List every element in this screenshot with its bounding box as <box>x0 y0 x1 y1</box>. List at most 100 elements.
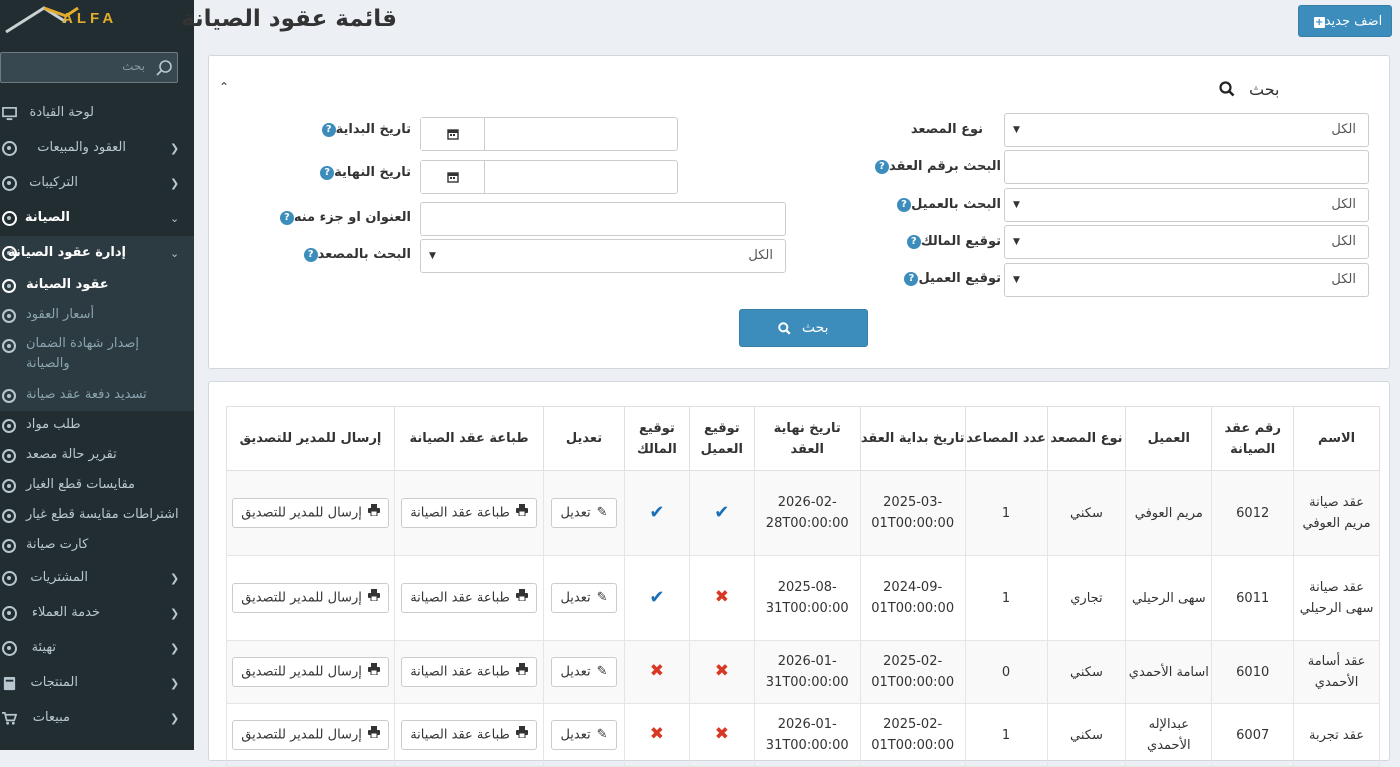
cell-client: اسامة الأحمدي <box>1125 640 1213 704</box>
print-button[interactable]: طباعة عقد الصيانة <box>401 657 537 687</box>
pencil-icon: ✎ <box>596 505 608 520</box>
print-icon <box>367 584 380 612</box>
column-header-send: إرسال للمدير للتصديق <box>225 406 396 471</box>
cell-print: طباعة عقد الصيانة <box>394 640 545 704</box>
search-panel: ⌃ بحث نوع المصعد الكل ▼ البحث برقم العقد?… <box>208 55 1390 369</box>
sidebar-subitem-elevator-report[interactable]: تقرير حالة مصعد <box>0 441 194 471</box>
sidebar-item-sales[interactable]: مبيعات ❮ <box>0 701 194 736</box>
print-button[interactable]: طباعة عقد الصيانة <box>401 498 537 528</box>
cell-elevator-count: 1 <box>964 470 1048 556</box>
help-icon[interactable]: ? <box>897 197 912 212</box>
sidebar-item-label: التركيبات <box>29 175 78 190</box>
pencil-icon: ✎ <box>596 590 608 605</box>
edit-button[interactable]: ✎تعديل <box>551 498 617 528</box>
client-select[interactable]: الكل ▼ <box>1004 188 1369 222</box>
sidebar-item-label: خدمة العملاء <box>31 605 100 620</box>
cell-client-signature: ✖ <box>688 640 755 704</box>
print-icon <box>367 658 380 686</box>
owner-signature-select[interactable]: الكل ▼ <box>1004 225 1369 259</box>
sidebar-subitem-material-request[interactable]: طلب مواد <box>0 411 194 441</box>
sidebar-item-maintenance[interactable]: الصيانة ⌄ <box>0 201 194 236</box>
elevator-type-select[interactable]: الكل ▼ <box>1004 113 1369 147</box>
search-panel-title-text: بحث <box>1249 80 1280 99</box>
sidebar-subitem-maintenance-card[interactable]: كارت صيانة <box>0 531 194 561</box>
sidebar-submenu: عقود الصيانة أسعار العقود إصدار شهادة ال… <box>0 271 194 411</box>
column-header-client: العميل <box>1125 406 1213 471</box>
cell-send: إرسال للمدير للتصديق <box>225 555 396 641</box>
search-button[interactable]: بحث <box>739 309 868 347</box>
sidebar-subitem-contract-prices[interactable]: أسعار العقود <box>0 301 194 331</box>
sidebar-item-label: لوحة القيادة <box>29 105 94 120</box>
edit-button[interactable]: ✎تعديل <box>551 720 617 750</box>
logo[interactable]: ALFA <box>0 0 194 40</box>
sidebar-search-input[interactable] <box>5 59 145 73</box>
elevator-select[interactable]: الكل ▼ <box>420 239 786 273</box>
sidebar-subitem-warranty-certificate[interactable]: إصدار شهادة الضمان والصيانة <box>0 331 194 381</box>
sidebar-search <box>0 52 178 83</box>
column-header-start-date: تاريخ بداية العقد <box>859 406 966 471</box>
contract-number-input[interactable] <box>1004 150 1369 184</box>
address-input[interactable] <box>420 202 786 236</box>
filter-label-address: العنوان او جزء منه? <box>275 210 411 225</box>
edit-button[interactable]: ✎تعديل <box>551 583 617 613</box>
send-to-manager-button[interactable]: إرسال للمدير للتصديق <box>232 583 389 613</box>
filter-label-client: البحث بالعميل? <box>892 197 1001 212</box>
send-to-manager-button[interactable]: إرسال للمدير للتصديق <box>232 498 389 528</box>
sidebar-item-contracts-sales[interactable]: العقود والمبيعات ❮ <box>0 131 194 166</box>
cell-owner-signature: ✖ <box>623 703 690 767</box>
cross-icon: ✖ <box>649 661 665 681</box>
table-header-row: الاسم رقم عقد الصيانة العميل نوع المصعد … <box>225 406 1380 471</box>
end-date-calendar-button[interactable] <box>421 161 485 193</box>
add-new-button[interactable]: اضف جديد+ <box>1298 5 1392 37</box>
search-icon[interactable] <box>155 59 173 77</box>
send-to-manager-button[interactable]: إرسال للمدير للتصديق <box>232 720 389 750</box>
start-date-calendar-button[interactable] <box>421 118 485 150</box>
sidebar-item-products[interactable]: المنتجات ❮ <box>0 666 194 701</box>
calendar-icon <box>447 129 459 140</box>
help-icon[interactable]: ? <box>904 271 919 286</box>
send-to-manager-button[interactable]: إرسال للمدير للتصديق <box>232 657 389 687</box>
sidebar-subitem-label: اشتراطات مقايسة قطع غيار <box>26 507 179 522</box>
help-icon[interactable]: ? <box>303 247 318 262</box>
circle-icon <box>2 211 17 226</box>
sidebar-item-maintenance-contracts-management[interactable]: إدارة عقود الصيانة ⌄ <box>0 236 194 271</box>
sidebar-item-purchases[interactable]: المشتريات ❮ <box>0 561 194 596</box>
chevron-left-icon: ❮ <box>170 177 180 190</box>
cell-send: إرسال للمدير للتصديق <box>225 470 396 556</box>
cell-name: عقد صيانة مريم العوفي <box>1293 470 1380 556</box>
circle-icon <box>2 539 16 553</box>
sidebar-item-setup[interactable]: تهيئة ❮ <box>0 631 194 666</box>
check-icon: ✔ <box>714 501 730 523</box>
help-icon[interactable]: ? <box>320 165 335 180</box>
help-icon[interactable]: ? <box>874 159 889 174</box>
help-icon[interactable]: ? <box>321 122 336 137</box>
chevron-down-icon: ▼ <box>1013 200 1020 210</box>
sidebar-item-customer-service[interactable]: خدمة العملاء ❮ <box>0 596 194 631</box>
sidebar-subitem-label: تسديد دفعة عقد صيانة <box>26 387 147 402</box>
help-icon[interactable]: ? <box>279 210 294 225</box>
column-header-elevator-count: عدد المصاعد <box>964 406 1048 471</box>
column-header-owner-signature: توقيع المالك <box>623 406 690 471</box>
edit-button[interactable]: ✎تعديل <box>551 657 617 687</box>
start-date-input[interactable] <box>420 117 678 151</box>
client-signature-select[interactable]: الكل ▼ <box>1004 263 1369 297</box>
cell-client: عبدالإله الأحمدي <box>1125 703 1213 767</box>
sidebar-subitem-maintenance-contracts[interactable]: عقود الصيانة <box>0 271 194 301</box>
collapse-icon[interactable]: ⌃ <box>219 80 229 94</box>
sidebar-subitem-spare-parts-terms[interactable]: اشتراطات مقايسة قطع غيار <box>0 501 194 531</box>
end-date-input[interactable] <box>420 160 678 194</box>
sidebar-subitem-spare-parts-quotes[interactable]: مقايسات قطع الغيار <box>0 471 194 501</box>
print-button[interactable]: طباعة عقد الصيانة <box>401 583 537 613</box>
sidebar-item-dashboard[interactable]: لوحة القيادة <box>0 96 194 131</box>
sidebar-subitem-contract-payment[interactable]: تسديد دفعة عقد صيانة <box>0 381 194 411</box>
sidebar-item-installations[interactable]: التركيبات ❮ <box>0 166 194 201</box>
cell-edit: ✎تعديل <box>543 703 625 767</box>
help-icon[interactable]: ? <box>906 234 921 249</box>
print-button[interactable]: طباعة عقد الصيانة <box>401 720 537 750</box>
filter-label-elevator-type: نوع المصعد <box>910 122 983 137</box>
plus-icon: + <box>1313 16 1325 28</box>
circle-icon <box>2 571 17 586</box>
cell-elevator-count: 0 <box>964 640 1048 704</box>
sidebar-item-label: مبيعات <box>32 710 70 725</box>
chevron-left-icon: ❮ <box>170 712 180 725</box>
